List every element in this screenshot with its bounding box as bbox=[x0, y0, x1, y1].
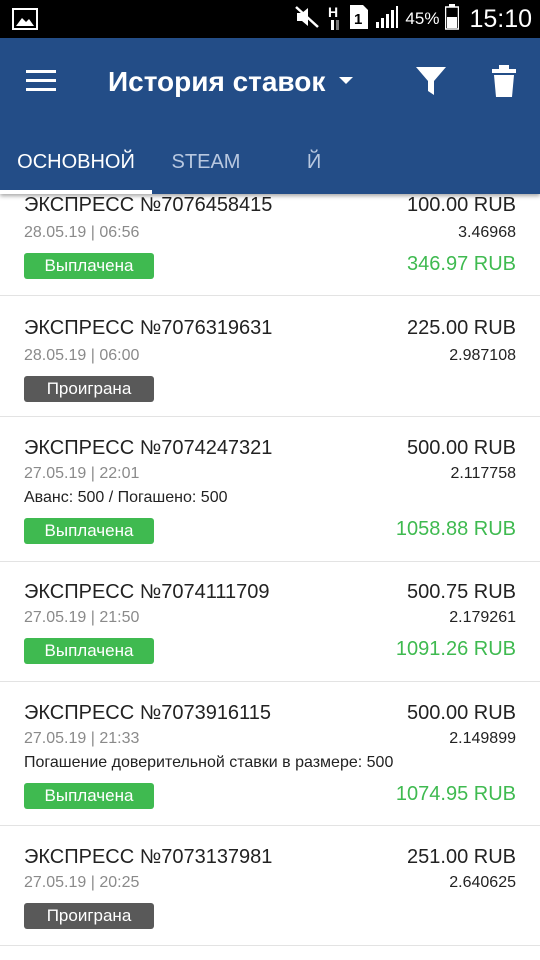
bet-stake: 225.00 RUB bbox=[407, 317, 516, 339]
bet-payout: 1058.88 RUB bbox=[395, 518, 516, 540]
tab-bar: ОСНОВНОЙ STEAM Й bbox=[0, 130, 540, 194]
tab-third[interactable]: Й bbox=[260, 130, 368, 194]
bet-title: ЭКСПРЕСС №7073137981 bbox=[24, 846, 273, 868]
status-badge: Выплачена bbox=[24, 518, 154, 544]
bet-payout: 1091.26 RUB bbox=[395, 638, 516, 660]
bet-date: 28.05.19 | 06:00 bbox=[24, 347, 140, 364]
list-item[interactable]: ЭКСПРЕСС №7074247321 27.05.19 | 22:01 50… bbox=[0, 417, 540, 562]
bet-title: ЭКСПРЕСС №7074111709 bbox=[24, 581, 270, 603]
bet-history-list[interactable]: ЭКСПРЕСС №7076458415 28.05.19 | 06:56 10… bbox=[0, 194, 540, 960]
list-item[interactable]: ЭКСПРЕСС №7074111709 27.05.19 | 21:50 50… bbox=[0, 562, 540, 682]
menu-icon[interactable] bbox=[26, 68, 58, 94]
bet-coefficient: 2.117758 bbox=[450, 465, 516, 482]
battery-icon bbox=[445, 3, 460, 35]
bet-note: Аванс: 500 / Погашено: 500 bbox=[24, 489, 228, 506]
bet-coefficient: 2.149899 bbox=[449, 730, 516, 747]
bet-stake: 251.00 RUB bbox=[407, 846, 516, 868]
bet-coefficient: 2.179261 bbox=[449, 609, 516, 626]
clock: 15:10 bbox=[469, 4, 532, 33]
bet-date: 27.05.19 | 22:01 bbox=[24, 465, 140, 482]
title-dropdown[interactable]: История ставок bbox=[108, 62, 354, 102]
h-network-icon: H bbox=[327, 3, 343, 36]
bet-title: ЭКСПРЕСС №7076458415 bbox=[24, 194, 273, 216]
status-bar: H 1 45% 15:10 bbox=[0, 0, 540, 38]
bet-date: 27.05.19 | 20:25 bbox=[24, 874, 140, 891]
bet-title: ЭКСПРЕСС №7073916115 bbox=[24, 702, 271, 724]
bet-stake: 100.00 RUB bbox=[407, 194, 516, 216]
image-icon bbox=[12, 8, 38, 35]
bet-coefficient: 2.987108 bbox=[449, 347, 516, 364]
bet-coefficient: 3.46968 bbox=[458, 224, 516, 241]
status-badge: Выплачена bbox=[24, 253, 154, 279]
filter-icon[interactable] bbox=[414, 64, 448, 98]
bet-coefficient: 2.640625 bbox=[449, 874, 516, 891]
list-item[interactable]: ЭКСПРЕСС №7073916115 27.05.19 | 21:33 50… bbox=[0, 682, 540, 826]
list-item[interactable]: ЭКСПРЕСС №7076319631 28.05.19 | 06:00 22… bbox=[0, 297, 540, 417]
bet-stake: 500.75 RUB bbox=[407, 581, 516, 603]
status-badge: Проиграна bbox=[24, 903, 154, 929]
list-item[interactable]: ЭКСПРЕСС №7076458415 28.05.19 | 06:56 10… bbox=[0, 194, 540, 296]
bet-stake: 500.00 RUB bbox=[407, 437, 516, 459]
bet-note: Погашение доверительной ставки в размере… bbox=[24, 754, 394, 771]
sim-icon: 1 bbox=[349, 4, 369, 35]
trash-icon[interactable] bbox=[490, 64, 518, 98]
bet-payout: 346.97 RUB bbox=[407, 253, 516, 275]
tab-steam[interactable]: STEAM bbox=[152, 130, 260, 194]
app-bar: История ставок ОСНОВНОЙ STEAM Й bbox=[0, 38, 540, 194]
tab-indicator bbox=[0, 190, 152, 194]
signal-icon bbox=[375, 5, 399, 34]
svg-text:H: H bbox=[328, 4, 338, 20]
tab-main[interactable]: ОСНОВНОЙ bbox=[0, 130, 152, 194]
bet-stake: 500.00 RUB bbox=[407, 702, 516, 724]
bet-date: 27.05.19 | 21:50 bbox=[24, 609, 140, 626]
bet-date: 28.05.19 | 06:56 bbox=[24, 224, 140, 241]
svg-text:1: 1 bbox=[354, 11, 362, 28]
status-badge: Выплачена bbox=[24, 783, 154, 809]
status-badge: Выплачена bbox=[24, 638, 154, 664]
bet-date: 27.05.19 | 21:33 bbox=[24, 730, 140, 747]
bet-payout: 1074.95 RUB bbox=[395, 783, 516, 805]
page-title: История ставок bbox=[108, 66, 326, 97]
caret-down-icon bbox=[339, 76, 354, 84]
mute-icon bbox=[293, 4, 321, 35]
bet-title: ЭКСПРЕСС №7074247321 bbox=[24, 437, 273, 459]
battery-percent: 45% bbox=[405, 9, 440, 28]
list-item[interactable]: ЭКСПРЕСС №7073137981 27.05.19 | 20:25 25… bbox=[0, 826, 540, 946]
status-badge: Проиграна bbox=[24, 376, 154, 402]
bet-title: ЭКСПРЕСС №7076319631 bbox=[24, 317, 273, 339]
